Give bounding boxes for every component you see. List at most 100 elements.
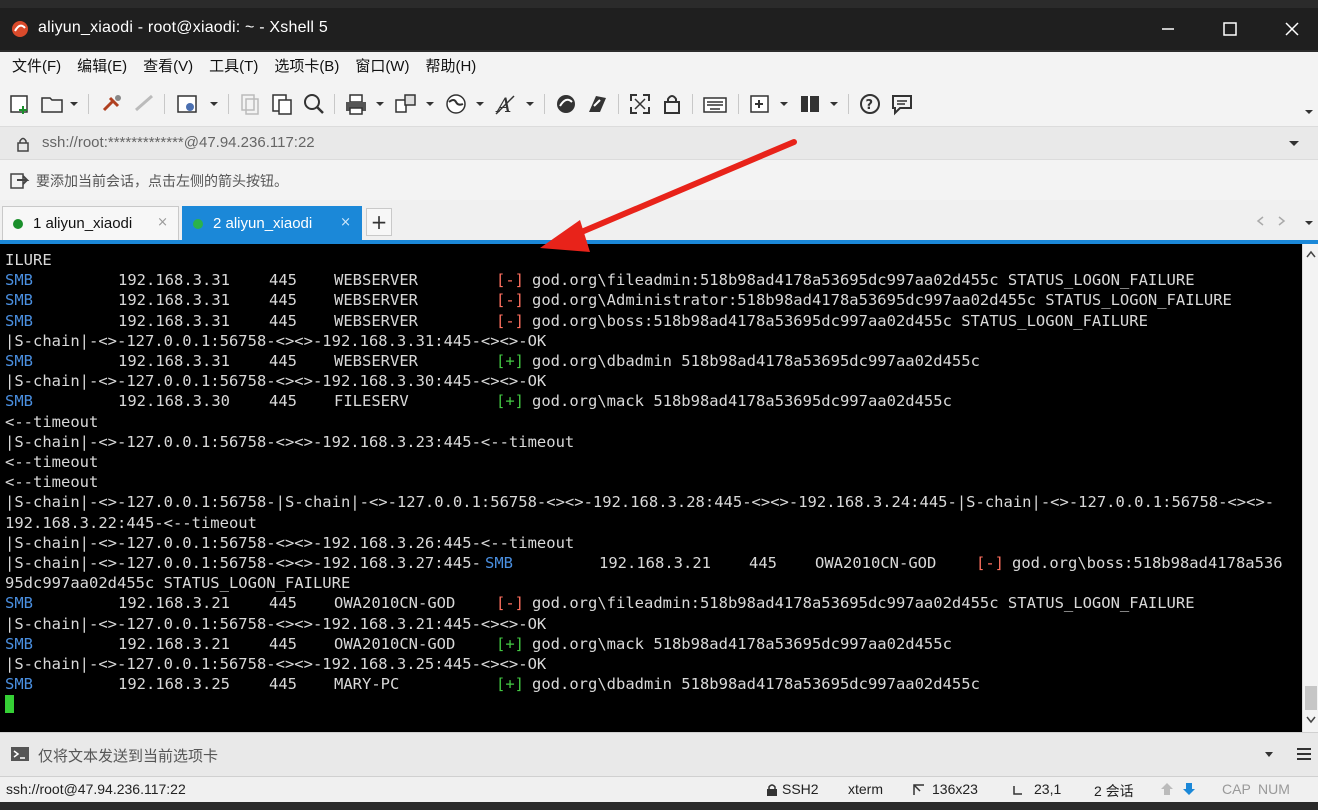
menu-edit[interactable]: 编辑(E) (69, 52, 135, 82)
search-icon (304, 94, 324, 114)
connected-dot-icon (193, 218, 203, 229)
chevron-down-icon[interactable] (1288, 139, 1300, 149)
transfer-button[interactable] (394, 92, 436, 116)
close-icon (1285, 22, 1299, 36)
tab-session-1[interactable]: 1 aliyun_xiaodi × (2, 206, 179, 240)
terminal-text: 445 (269, 311, 297, 330)
compose-bar[interactable]: 仅将文本发送到当前选项卡 (0, 732, 1318, 776)
scroll-down-icon[interactable] (1306, 716, 1316, 724)
print-button[interactable] (344, 92, 386, 116)
layout-button[interactable] (798, 92, 840, 116)
protocol-label: SMB (5, 634, 33, 653)
chevron-down-icon (1305, 110, 1313, 114)
tab-label: 1 aliyun_xiaodi (33, 215, 133, 232)
terminal-output[interactable]: ILURE SMB 192.168.3.31 445 WEBSERVER [-] god.o… (0, 244, 1302, 732)
toolbar-overflow-button[interactable] (1304, 100, 1314, 124)
help-button[interactable]: ? (858, 92, 882, 116)
lock-button[interactable] (660, 92, 684, 116)
menu-tabs[interactable]: 选项卡(B) (266, 52, 347, 82)
terminal-text: |S-chain|-<>-127.0.0.1:56758-|S-chain|-<… (5, 493, 1275, 512)
terminal-text: |S-chain|-<>-127.0.0.1:56758-<><>-192.16… (5, 614, 547, 633)
open-button[interactable] (40, 92, 78, 116)
xftp-icon (557, 95, 575, 113)
menu-window[interactable]: 窗口(W) (347, 52, 417, 82)
tab-list-icon[interactable] (1304, 218, 1314, 228)
fail-marker: [-] (496, 594, 524, 613)
tab-scroll-right-icon[interactable] (1276, 216, 1286, 226)
scrollbar-thumb[interactable] (1305, 686, 1317, 710)
find-button[interactable] (302, 92, 326, 116)
svg-text:?: ? (866, 98, 874, 113)
tab-session-2-active[interactable]: 2 aliyun_xiaodi × (182, 206, 362, 240)
terminal-text: 445 (269, 634, 297, 653)
xagent-button[interactable] (586, 92, 610, 116)
menu-icon[interactable] (1296, 746, 1312, 762)
toolbar: A ? (0, 82, 1318, 126)
compose-target-label[interactable]: 仅将文本发送到当前选项卡 (38, 745, 218, 766)
scroll-up-icon[interactable] (1306, 250, 1316, 258)
tab-close-icon[interactable]: × (340, 215, 351, 230)
protocol-label: SMB (485, 554, 513, 572)
feedback-button[interactable] (890, 92, 914, 116)
download-arrow-icon (1183, 783, 1195, 795)
fullscreen-button[interactable] (628, 92, 652, 116)
terminal-text: WEBSERVER (334, 291, 418, 310)
add-session-arrow-icon[interactable] (10, 172, 30, 190)
tab-scroll-left-icon[interactable] (1256, 216, 1266, 226)
menu-file[interactable]: 文件(F) (4, 52, 69, 82)
xshell-icon (12, 21, 28, 37)
status-terminal-type: xterm (848, 781, 883, 797)
terminal-scrollbar[interactable] (1302, 244, 1318, 732)
menu-help[interactable]: 帮助(H) (417, 52, 484, 82)
add-tab-button[interactable]: + (366, 208, 392, 236)
terminal-text: ILURE (5, 251, 52, 269)
paste-button[interactable] (270, 92, 294, 116)
terminal-text: god.org\Administrator:518b98ad4178a53695… (532, 291, 1232, 310)
close-button[interactable] (1272, 10, 1312, 48)
globe-button[interactable] (444, 92, 486, 116)
new-tab-button[interactable] (748, 92, 790, 116)
terminal-text: 192.168.3.31 (118, 311, 230, 330)
terminal-text: 445 (269, 675, 297, 694)
terminal-text: <--timeout (5, 412, 99, 431)
session-hint-bar: 要添加当前会话，点击左侧的箭头按钮。 (0, 160, 1318, 200)
maximize-icon (1223, 22, 1237, 36)
menu-view[interactable]: 查看(V) (135, 52, 201, 82)
new-session-button[interactable] (8, 92, 32, 116)
tab-label: 2 aliyun_xiaodi (213, 215, 313, 232)
terminal-prompt-icon (11, 747, 29, 761)
font-button[interactable]: A (494, 92, 536, 116)
terminal-text: 445 (269, 271, 297, 290)
terminal-text: WEBSERVER (334, 311, 418, 330)
address-bar[interactable]: ssh://root:*************@47.94.236.117:2… (0, 126, 1318, 160)
xftp-button[interactable] (554, 92, 578, 116)
menu-tools[interactable]: 工具(T) (201, 52, 266, 82)
tab-close-icon[interactable]: × (157, 215, 168, 230)
toolbar-separator (848, 94, 849, 114)
terminal-text: 192.168.3.31 (118, 352, 230, 370)
terminal-text: god.org\fileadmin:518b98ad4178a53695dc99… (532, 594, 1195, 613)
help-icon: ? (860, 94, 880, 114)
terminal-text: god.org\boss:518b98ad4178a536 (1012, 554, 1283, 572)
maximize-button[interactable] (1210, 10, 1250, 48)
terminal-text: 445 (269, 594, 297, 613)
lock-icon (17, 137, 29, 152)
chevron-down-icon[interactable] (1264, 751, 1274, 759)
address-input[interactable]: ssh://root:*************@47.94.236.117:2… (42, 134, 315, 151)
toolbar-separator (164, 94, 165, 114)
keyboard-button[interactable] (702, 92, 728, 116)
terminal-line: |S-chain|-<>-127.0.0.1:56758-<><>-192.16… (5, 533, 574, 553)
tab-bar: 1 aliyun_xiaodi × 2 aliyun_xiaodi × + (0, 200, 1318, 242)
connect-button[interactable] (100, 92, 124, 116)
terminal-text: OWA2010CN-GOD (334, 634, 456, 653)
folder-open-icon (41, 97, 78, 113)
terminal-size-icon (913, 784, 924, 795)
toolbar-separator (544, 94, 545, 114)
minimize-button[interactable] (1148, 10, 1188, 48)
copy-icon (241, 94, 259, 115)
terminal-text: god.org\dbadmin 518b98ad4178a53695dc997a… (532, 352, 980, 370)
terminal-text: |S-chain|-<>-127.0.0.1:56758-<><>-192.16… (5, 533, 575, 552)
terminal-line: |S-chain|-<>-127.0.0.1:56758-<><>-192.16… (5, 371, 546, 391)
new-session-icon (10, 95, 28, 114)
properties-button[interactable] (176, 92, 218, 116)
